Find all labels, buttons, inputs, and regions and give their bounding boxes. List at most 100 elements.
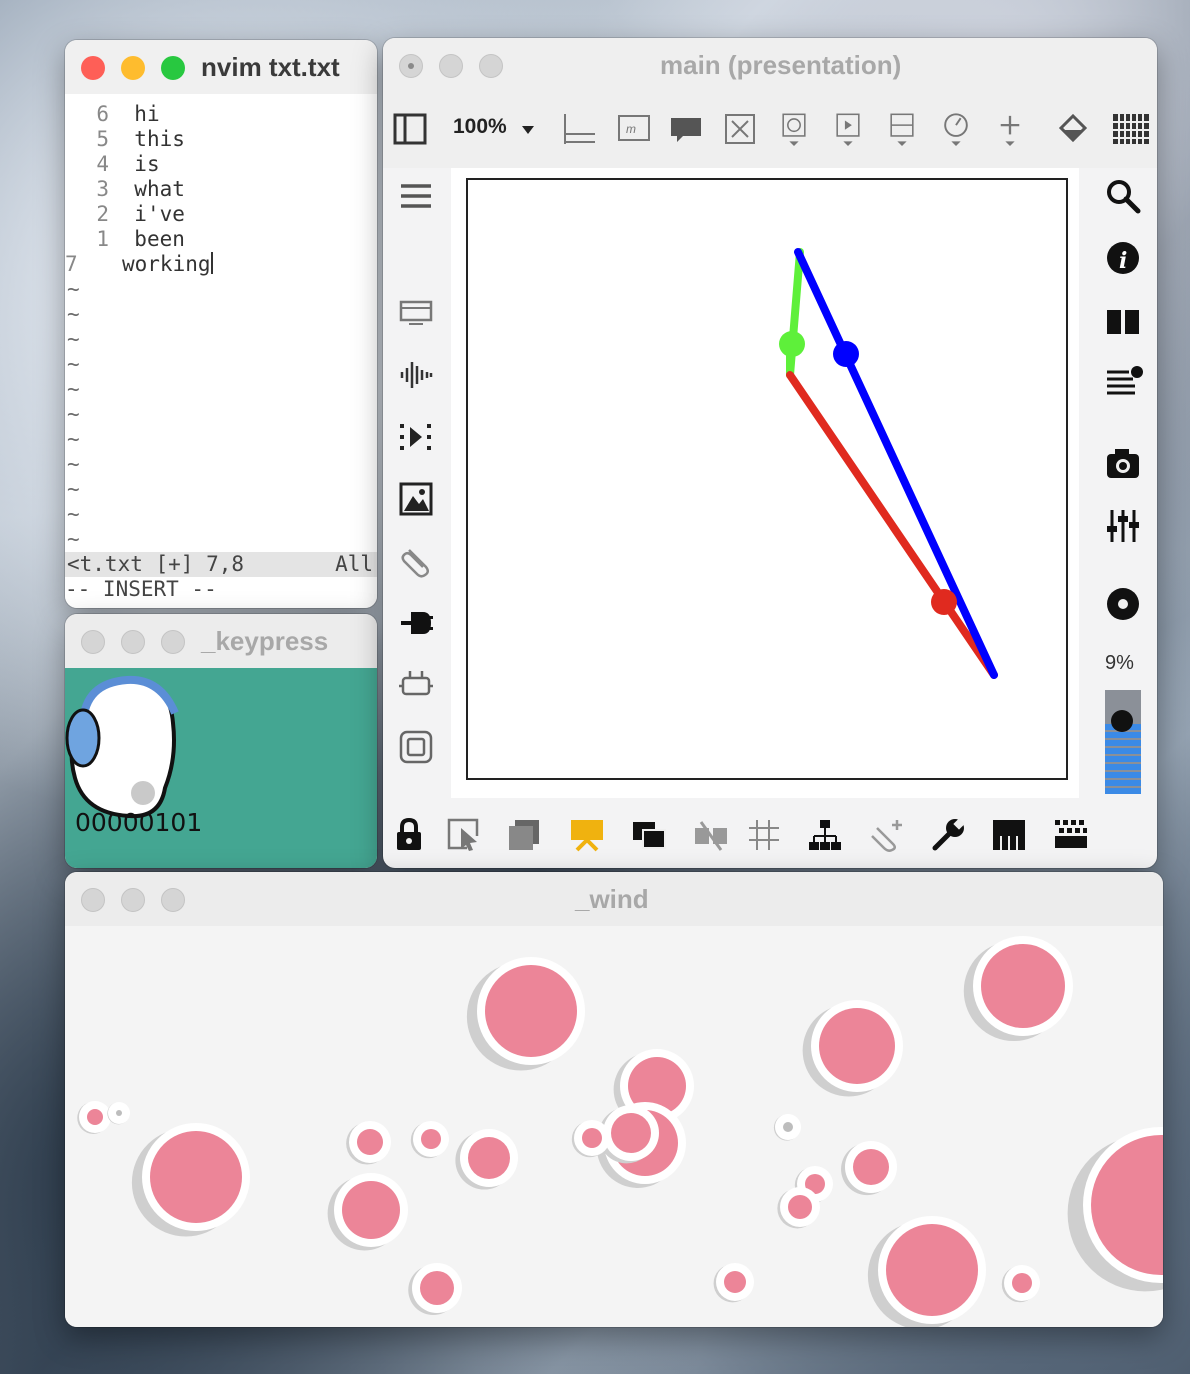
zoom-button[interactable] [479, 54, 503, 78]
zoom-level[interactable]: 100% [453, 115, 507, 139]
dial-icon[interactable] [939, 112, 973, 146]
keypress-canvas[interactable]: 00000101 [65, 668, 377, 868]
grid-icon[interactable] [747, 818, 781, 852]
chevron-down-icon[interactable] [521, 112, 535, 146]
patch-canvas[interactable] [466, 178, 1068, 780]
buffer-line: 1 been [65, 227, 185, 252]
mixer-sliders-icon[interactable] [1105, 508, 1141, 544]
status-position: All [335, 552, 373, 576]
record-disc-icon[interactable] [1105, 586, 1141, 622]
minimize-button[interactable] [121, 888, 145, 912]
list-layout-icon[interactable] [561, 112, 597, 146]
line-text: what [134, 177, 185, 201]
empty-line-tilde: ~ [67, 277, 80, 301]
blue-handle[interactable] [833, 341, 859, 367]
bubble [788, 1195, 812, 1219]
line-number: 5 [96, 127, 109, 151]
buffer-line: 2 i've [65, 202, 185, 227]
bubble [783, 1122, 793, 1132]
wind-titlebar[interactable]: _wind [65, 872, 1163, 927]
bubble [1012, 1273, 1032, 1293]
connector-icon[interactable] [399, 668, 433, 702]
presentation-mode-icon[interactable] [569, 818, 605, 852]
line-text: working [122, 252, 211, 276]
hide-objects-icon[interactable] [693, 818, 729, 852]
nvim-titlebar[interactable]: nvim txt.txt [65, 40, 377, 95]
empty-line-tilde: ~ [67, 502, 80, 526]
line-text: hi [134, 102, 160, 126]
keypress-titlebar[interactable]: _keypress [65, 614, 377, 669]
add-object-icon[interactable] [993, 112, 1027, 146]
line-number: 1 [96, 227, 109, 251]
empty-line-tilde: ~ [67, 452, 80, 476]
red-handle[interactable] [931, 589, 957, 615]
paperclip-icon[interactable] [399, 544, 433, 578]
split-view-icon[interactable] [1105, 304, 1141, 340]
terminal-buffer[interactable]: 6 hi 5 this 4 is 3 what 2 i've 1 been 7 w… [65, 94, 377, 608]
bubble [357, 1129, 383, 1155]
list-notification-icon[interactable] [1105, 364, 1145, 400]
window-title: _wind [575, 884, 649, 914]
close-button[interactable] [81, 56, 105, 80]
window-title: main (presentation) [660, 50, 902, 80]
close-button[interactable] [81, 888, 105, 912]
zoom-button[interactable] [161, 630, 185, 654]
close-button[interactable] [399, 54, 423, 78]
zoom-button[interactable] [161, 888, 185, 912]
video-icon[interactable] [831, 112, 865, 146]
volume-knob[interactable] [1111, 710, 1133, 732]
wrench-icon[interactable] [931, 818, 967, 852]
hierarchy-icon[interactable] [807, 818, 843, 852]
window-title: nvim txt.txt [201, 52, 340, 82]
nvim-window: nvim txt.txt 6 hi 5 this 4 is 3 what 2 i… [65, 40, 377, 608]
plug-icon[interactable] [399, 606, 433, 640]
minimize-button[interactable] [121, 630, 145, 654]
hamburger-menu-icon[interactable] [399, 180, 433, 214]
bang-icon[interactable] [777, 112, 811, 146]
green-handle[interactable] [779, 331, 805, 357]
close-button[interactable] [81, 630, 105, 654]
keyboard-grid-icon[interactable] [1111, 112, 1151, 146]
windows-stack-icon[interactable] [631, 818, 667, 852]
presentation-area [451, 168, 1079, 798]
buffer-line: 5 this [65, 127, 185, 152]
edit-mode-icon[interactable] [447, 818, 481, 852]
image-icon[interactable] [399, 482, 433, 516]
window-controls [81, 630, 185, 654]
main-titlebar[interactable]: main (presentation) [383, 38, 1157, 92]
buffer-line: 3 what [65, 177, 185, 202]
paint-bucket-icon[interactable] [1055, 112, 1091, 146]
frame-icon[interactable] [399, 730, 433, 764]
sidebar-toggle-icon[interactable] [393, 112, 427, 146]
minimize-button[interactable] [121, 56, 145, 80]
bubble [886, 1224, 978, 1316]
step-forward-icon[interactable] [399, 420, 433, 454]
empty-line-tilde: ~ [67, 327, 80, 351]
waveform-icon[interactable] [399, 358, 433, 392]
keypress-window: _keypress 00000101 [65, 614, 377, 868]
wind-canvas[interactable] [65, 926, 1163, 1327]
svg-text:m: m [626, 122, 636, 136]
keyboard-icon[interactable] [1053, 818, 1089, 852]
minimize-button[interactable] [439, 54, 463, 78]
add-attachment-icon[interactable] [869, 818, 905, 852]
empty-line-tilde: ~ [67, 402, 80, 426]
piano-keys-icon[interactable] [991, 818, 1027, 852]
camera-icon[interactable] [1105, 446, 1141, 482]
slider-icon[interactable] [885, 112, 919, 146]
window-controls [81, 888, 185, 912]
toggle-box-icon[interactable] [723, 112, 757, 146]
line-number: 7 [65, 252, 78, 276]
presentation-screen-icon[interactable] [399, 296, 433, 330]
volume-meter[interactable] [1105, 690, 1141, 794]
layers-icon[interactable] [507, 818, 541, 852]
zoom-button[interactable] [161, 56, 185, 80]
lock-icon[interactable] [395, 818, 423, 852]
bubble [724, 1271, 746, 1293]
bubble [421, 1129, 441, 1149]
info-icon[interactable]: i [1105, 240, 1141, 276]
comment-icon[interactable] [669, 112, 703, 146]
message-box-icon[interactable]: m [617, 112, 651, 146]
window-controls [399, 54, 503, 78]
search-icon[interactable] [1105, 178, 1141, 214]
